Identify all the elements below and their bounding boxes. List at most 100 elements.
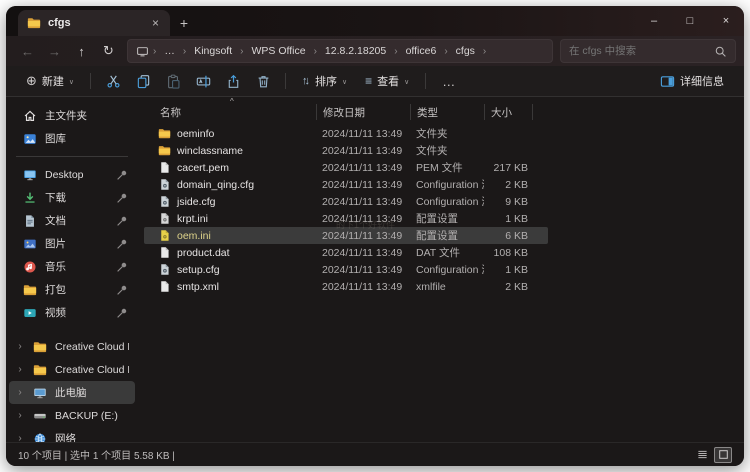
download-icon	[23, 191, 37, 205]
chevron-right-icon[interactable]: ›	[15, 387, 25, 398]
chevron-right-icon[interactable]: ›	[15, 341, 25, 352]
table-row[interactable]: oeminfo2024/11/11 13:49文件夹	[144, 125, 548, 142]
sidebar-item-label: 主文件夹	[45, 108, 129, 123]
chevron-right-icon[interactable]: ›	[15, 410, 25, 421]
column-header-date[interactable]: 修改日期	[316, 104, 410, 120]
up-button[interactable]: ↑	[68, 38, 95, 64]
sidebar-item-音乐[interactable]: 音乐	[9, 255, 135, 278]
tab-close-icon[interactable]: ×	[150, 16, 161, 30]
sidebar-item-creative-cloud-files-persona[interactable]: › Creative Cloud Files Persona	[9, 358, 135, 381]
sidebar-item-label: 下载	[45, 190, 107, 205]
column-header-name[interactable]: 名称 ^	[158, 104, 316, 120]
window-controls: – □ ×	[636, 6, 744, 36]
table-row[interactable]: cacert.pem2024/11/11 13:49PEM 文件217 KB	[144, 159, 548, 176]
table-row[interactable]: product.dat2024/11/11 13:49DAT 文件108 KB	[144, 244, 548, 261]
search-input[interactable]	[569, 45, 714, 57]
breadcrumb-separator-icon: ›	[182, 46, 187, 57]
table-row[interactable]: jside.cfg2024/11/11 13:49Configuration 源…	[144, 193, 548, 210]
sidebar-item-下载[interactable]: 下载	[9, 186, 135, 209]
share-button[interactable]	[220, 69, 246, 93]
table-row[interactable]: oem.ini2024/11/11 13:49配置设置6 KB	[144, 227, 548, 244]
file-icon	[158, 280, 171, 293]
chevron-down-icon: ∨	[69, 78, 74, 86]
chevron-right-icon[interactable]: ›	[15, 364, 25, 375]
details-label: 详细信息	[680, 73, 724, 89]
table-row[interactable]: winclassname2024/11/11 13:49文件夹	[144, 142, 548, 159]
chevron-right-icon[interactable]: ›	[15, 433, 25, 442]
share-icon	[226, 74, 241, 89]
file-name-cell: domain_qing.cfg	[158, 178, 316, 191]
refresh-button[interactable]: ↻	[95, 38, 122, 64]
sidebar-item-creative-cloud-files-dragon[interactable]: › Creative Cloud Files dragon	[9, 335, 135, 358]
gallery-icon	[23, 132, 37, 146]
new-tab-button[interactable]: +	[170, 10, 198, 36]
sidebar-item-label: Creative Cloud Files Persona	[55, 364, 129, 376]
table-row[interactable]: setup.cfg2024/11/11 13:49Configuration 源…	[144, 261, 548, 278]
list-header: 名称 ^ 修改日期 类型 大小	[158, 102, 744, 122]
breadcrumb-overflow[interactable]: …	[160, 44, 179, 58]
sort-label: 排序	[315, 73, 337, 89]
breadcrumb-item-12-8-2-18205[interactable]: 12.8.2.18205	[321, 44, 390, 58]
date-modified-cell: 2024/11/11 13:49	[316, 145, 410, 157]
copy-button[interactable]	[130, 69, 156, 93]
type-cell: PEM 文件	[410, 160, 484, 175]
folder-icon	[33, 340, 47, 354]
music-icon	[23, 260, 37, 274]
cut-icon	[106, 74, 121, 89]
sidebar-item-图片[interactable]: 图片	[9, 232, 135, 255]
table-row[interactable]: krpt.ini2024/11/11 13:49配置设置1 KB	[144, 210, 548, 227]
details-view-button[interactable]	[693, 447, 711, 463]
size-cell: 1 KB	[484, 264, 532, 276]
column-header-type[interactable]: 类型	[410, 104, 484, 120]
rename-button[interactable]	[190, 69, 216, 93]
paste-button[interactable]	[160, 69, 186, 93]
table-row[interactable]: smtp.xml2024/11/11 13:49xmlfile2 KB	[144, 278, 548, 295]
file-icon	[158, 229, 171, 242]
tab-label: cfgs	[48, 17, 143, 29]
thumbnail-view-icon	[718, 449, 729, 460]
sidebar-item-打包[interactable]: 打包	[9, 278, 135, 301]
view-button[interactable]: ≡ 查看 ∨	[358, 69, 416, 93]
delete-button[interactable]	[250, 69, 276, 93]
column-header-size[interactable]: 大小	[484, 104, 532, 120]
sidebar: 主文件夹图库 Desktop 下载文档图片音乐打包视频 › Creative Cloud…	[6, 97, 138, 442]
breadcrumb-item-wps-office[interactable]: WPS Office	[247, 44, 309, 58]
breadcrumb-item-office6[interactable]: office6	[402, 44, 441, 58]
sidebar-item-backup-e-[interactable]: ›BACKUP (E:)	[9, 404, 135, 427]
sidebar-item-图库[interactable]: 图库	[9, 127, 135, 150]
sidebar-item-视频[interactable]: 视频	[9, 301, 135, 324]
sidebar-item-文档[interactable]: 文档	[9, 209, 135, 232]
sidebar-item-label: Desktop	[45, 169, 107, 181]
list-view-icon	[697, 449, 708, 460]
more-button[interactable]: …	[435, 69, 463, 93]
forward-button[interactable]: →	[41, 38, 68, 64]
minimize-button[interactable]: –	[636, 6, 672, 36]
details-pane-button[interactable]: 详细信息	[653, 69, 731, 93]
breadcrumb-item-cfgs[interactable]: cfgs	[452, 44, 479, 58]
file-icon	[158, 212, 171, 225]
sidebar-item-label: Creative Cloud Files dragon	[55, 341, 129, 353]
tab-cfgs[interactable]: cfgs ×	[18, 10, 170, 36]
table-row[interactable]: domain_qing.cfg2024/11/11 13:49Configura…	[144, 176, 548, 193]
this-pc-icon[interactable]	[136, 45, 149, 58]
new-button[interactable]: ⊕ 新建 ∨	[19, 69, 81, 93]
pin-icon	[115, 191, 129, 205]
maximize-button[interactable]: □	[672, 6, 708, 36]
sort-button[interactable]: ↑↓ 排序 ∨	[295, 69, 354, 93]
sidebar-item-网络[interactable]: ›网络	[9, 427, 135, 442]
sidebar-item-label: 图库	[45, 131, 129, 146]
sidebar-item-主文件夹[interactable]: 主文件夹	[9, 104, 135, 127]
back-button[interactable]: ←	[14, 38, 41, 64]
sidebar-item-desktop[interactable]: Desktop	[9, 163, 135, 186]
file-name-cell: jside.cfg	[158, 195, 316, 208]
type-cell: Configuration 源...	[410, 262, 484, 277]
close-button[interactable]: ×	[708, 6, 744, 36]
size-cell: 2 KB	[484, 179, 532, 191]
sidebar-item-此电脑[interactable]: ›此电脑	[9, 381, 135, 404]
large-icons-view-button[interactable]	[714, 447, 732, 463]
cut-button[interactable]	[100, 69, 126, 93]
file-list-pane: 名称 ^ 修改日期 类型 大小 oeminfo2024/11/11 13:49文…	[138, 97, 744, 442]
breadcrumb-item-kingsoft[interactable]: Kingsoft	[190, 44, 236, 58]
search-icon	[714, 45, 727, 58]
search-box[interactable]	[560, 39, 736, 63]
